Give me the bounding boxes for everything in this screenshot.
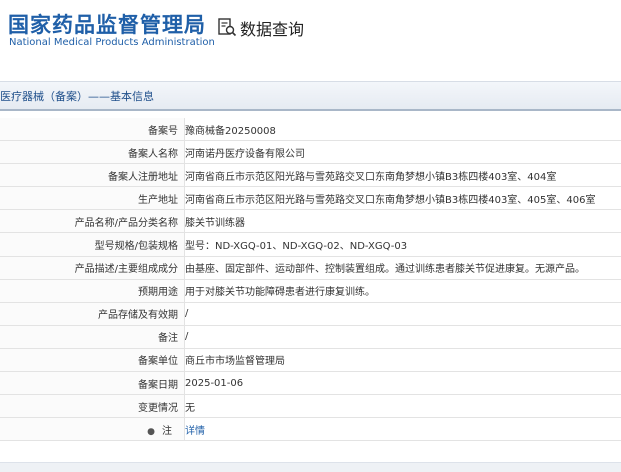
row-label: 变更情况 <box>138 403 184 414</box>
row-label: 备案日期 <box>138 380 184 391</box>
row-value: 商丘市市场监督管理局 <box>185 348 621 371</box>
table-row: ●注 详情 <box>0 418 621 441</box>
table-row: 产品名称/产品分类名称 膝关节训练器 <box>0 210 621 233</box>
table-row: 备案号 豫商械备20250008 <box>0 118 621 141</box>
row-value: 2025-01-06 <box>185 372 621 395</box>
details-link[interactable]: 详情 <box>185 426 205 437</box>
data-query-icon <box>217 17 237 37</box>
table-row: 备案人注册地址 河南省商丘市示范区阳光路与雪苑路交叉口东南角梦想小镇B3栋四楼4… <box>0 164 621 187</box>
row-value: / <box>185 302 621 325</box>
logo-title-cn: 国家药品监督管理局 <box>8 9 206 39</box>
row-label: 备案号 <box>148 126 184 137</box>
table-row: 产品存储及有效期 / <box>0 302 621 325</box>
row-value: 用于对膝关节功能障碍患者进行康复训练。 <box>185 279 621 302</box>
table-row: 生产地址 河南省商丘市示范区阳光路与雪苑路交叉口东南角梦想小镇B3栋四楼403室… <box>0 187 621 210</box>
table-row: 备注 / <box>0 325 621 348</box>
row-label: 产品存储及有效期 <box>98 310 184 321</box>
table-row: 预期用途 用于对膝关节功能障碍患者进行康复训练。 <box>0 279 621 302</box>
data-query-title[interactable]: 数据查询 <box>240 16 304 40</box>
record-detail-table: 备案号 豫商械备20250008 备案人名称 河南诺丹医疗设备有限公司 备案人注… <box>0 118 621 441</box>
row-label: 备案人名称 <box>128 149 184 160</box>
row-value: 无 <box>185 395 621 418</box>
row-label: 生产地址 <box>138 195 184 206</box>
table-row: 变更情况 无 <box>0 395 621 418</box>
section-title: 医疗器械（备案）——基本信息 <box>0 88 154 104</box>
row-label: 备注 <box>158 333 184 344</box>
section-header: 医疗器械（备案）——基本信息 <box>0 81 621 111</box>
row-value: 河南省商丘市示范区阳光路与雪苑路交叉口东南角梦想小镇B3栋四楼403室、404室 <box>185 164 621 187</box>
row-value: 由基座、固定部件、运动部件、控制装置组成。通过训练患者膝关节促进康复。无源产品。 <box>185 256 621 279</box>
row-label: 预期用途 <box>138 287 184 298</box>
row-label: 产品名称/产品分类名称 <box>75 218 184 229</box>
table-row: 型号规格/包装规格 型号：ND-XGQ-01、ND-XGQ-02、ND-XGQ-… <box>0 233 621 256</box>
row-value: / <box>185 325 621 348</box>
row-value: 膝关节训练器 <box>185 210 621 233</box>
row-label: 注 <box>162 426 178 437</box>
table-row: 备案单位 商丘市市场监督管理局 <box>0 348 621 371</box>
row-value: 型号：ND-XGQ-01、ND-XGQ-02、ND-XGQ-03 <box>185 233 621 256</box>
row-label: 型号规格/包装规格 <box>95 241 184 252</box>
table-row: 备案日期 2025-01-06 <box>0 372 621 395</box>
note-pin-icon: ● <box>147 427 161 437</box>
table-row: 备案人名称 河南诺丹医疗设备有限公司 <box>0 141 621 164</box>
table-row: 产品描述/主要组成成分 由基座、固定部件、运动部件、控制装置组成。通过训练患者膝… <box>0 256 621 279</box>
row-value: 河南诺丹医疗设备有限公司 <box>185 141 621 164</box>
row-label: 备案单位 <box>138 356 184 367</box>
row-label: 产品描述/主要组成成分 <box>75 264 184 275</box>
logo-title-en: National Medical Products Administration <box>9 37 215 48</box>
row-value: 河南省商丘市示范区阳光路与雪苑路交叉口东南角梦想小镇B3栋四楼403室、405室… <box>185 187 621 210</box>
site-header: 国家药品监督管理局 National Medical Products Admi… <box>0 0 621 74</box>
row-value: 豫商械备20250008 <box>185 118 621 141</box>
row-label: 备案人注册地址 <box>108 172 184 183</box>
